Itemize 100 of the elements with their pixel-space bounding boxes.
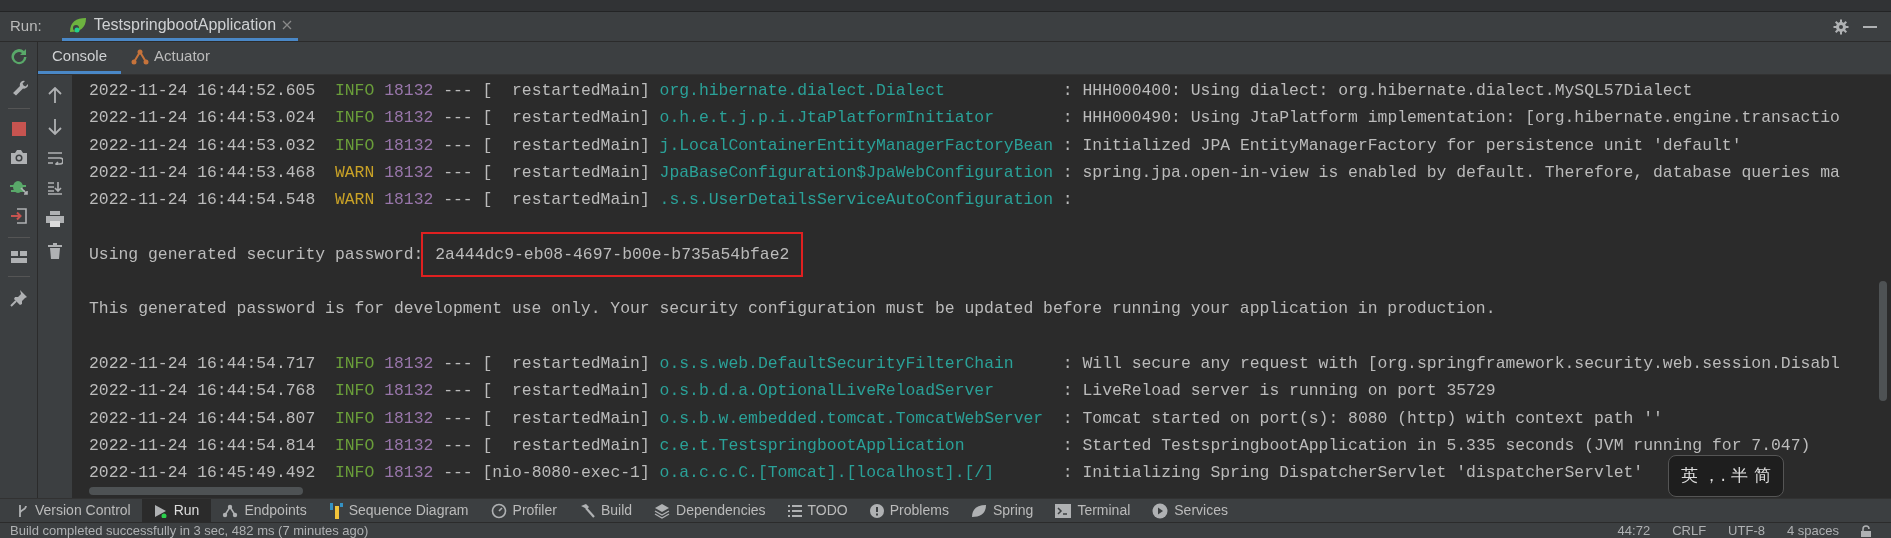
log-timestamp: 2022-11-24 16:44:52.605 xyxy=(89,81,316,100)
log-thread: [ restartedMain] xyxy=(482,108,650,128)
log-message: : Tomcat started on port(s): 8080 (http) with context path '' xyxy=(1062,408,1663,428)
log-logger: o.h.e.t.j.p.i.JtaPlatformInitiator xyxy=(659,107,995,130)
log-timestamp: 2022-11-24 16:44:54.768 xyxy=(89,381,316,401)
nodes-icon xyxy=(131,48,150,65)
camera-icon[interactable] xyxy=(9,149,28,165)
tool-window-button[interactable]: Sequence Diagram xyxy=(317,499,480,522)
log-pid: 18132 xyxy=(384,435,434,455)
log-thread: [ restartedMain] xyxy=(482,435,650,455)
list-icon xyxy=(787,504,802,517)
log-timestamp: 2022-11-24 16:44:54.807 xyxy=(89,408,316,428)
tool-window-button[interactable]: Version Control xyxy=(6,499,142,522)
down-arrow-icon[interactable] xyxy=(48,119,62,135)
log-logger: JpaBaseConfiguration$JpaWebConfiguration xyxy=(659,161,1055,184)
log-separator: --- xyxy=(443,381,473,401)
status-message: Build completed successfully in 3 sec, 482 ms (7 minutes ago) xyxy=(10,522,369,538)
log-message: : spring.jpa.open-in-view is enabled by default. Therefore, database queries ma xyxy=(1062,162,1840,182)
log-level: INFO xyxy=(334,353,375,373)
trash-icon[interactable] xyxy=(48,243,62,259)
terminal-icon xyxy=(1055,503,1072,518)
warning-icon xyxy=(869,503,884,518)
log-timestamp: 2022-11-24 16:45:49.492 xyxy=(89,463,316,483)
log-pid: 18132 xyxy=(384,190,434,210)
log-logger: org.hibernate.dialect.Dialect xyxy=(659,80,946,102)
log-logger: o.s.b.w.embedded.tomcat.TomcatWebServer xyxy=(659,407,1045,430)
log-message: : xyxy=(1062,190,1073,210)
tool-window-button[interactable]: Problems xyxy=(858,499,960,522)
close-icon[interactable] xyxy=(282,20,293,30)
log-message: : Initialized JPA EntityManagerFactory for persistence unit 'default' xyxy=(1062,135,1742,155)
log-thread: [ restartedMain] xyxy=(482,81,650,100)
rerun-icon[interactable] xyxy=(9,48,28,66)
log-logger: o.a.c.c.C.[Tomcat].[localhost].[/] xyxy=(659,462,995,485)
log-separator: --- xyxy=(443,190,473,210)
log-level: INFO xyxy=(334,135,375,155)
log-logger: c.e.t.TestspringbootApplication xyxy=(659,434,966,457)
line-separator[interactable]: CRLF xyxy=(1672,522,1707,538)
console-tab[interactable]: Actuator xyxy=(121,42,220,74)
branch-icon xyxy=(17,503,29,518)
tool-window-button[interactable]: Profiler xyxy=(479,499,568,522)
log-separator: --- xyxy=(443,81,473,100)
log-separator: --- xyxy=(443,162,473,182)
up-arrow-icon[interactable] xyxy=(48,87,62,103)
log-logger: o.s.s.web.DefaultSecurityFilterChain xyxy=(659,352,1015,375)
run-label: Run: xyxy=(10,16,42,37)
log-thread: [ restartedMain] xyxy=(482,135,650,155)
settings-icon[interactable] xyxy=(1833,18,1849,35)
log-thread: [ restartedMain] xyxy=(482,162,650,182)
log-pid: 18132 xyxy=(384,108,434,128)
scroll-to-end-icon[interactable] xyxy=(47,181,63,195)
diagram-icon xyxy=(328,502,343,519)
ime-indicator[interactable]: 英 ，. 半 简 xyxy=(1668,455,1784,497)
log-thread: [nio-8080-exec-1] xyxy=(482,463,650,483)
password-label: Using generated security password: xyxy=(89,244,424,264)
log-thread: [ restartedMain] xyxy=(482,381,650,401)
console-message: This generated password is for development use only. Your security configuration must be updated before running your application in production. xyxy=(89,299,1496,319)
log-thread: [ restartedMain] xyxy=(482,408,650,428)
log-level: WARN xyxy=(334,190,375,210)
tool-window-button[interactable]: Build xyxy=(567,499,644,522)
tool-window-button[interactable]: Endpoints xyxy=(211,499,318,522)
log-pid: 18132 xyxy=(384,381,434,401)
log-separator: --- xyxy=(443,108,473,128)
tool-window-button[interactable]: Dependencies xyxy=(643,499,777,522)
print-icon[interactable] xyxy=(46,211,64,227)
log-message: : HHH000400: Using dialect: org.hibernate.dialect.MySQL57Dialect xyxy=(1062,81,1693,100)
tool-window-button[interactable]: Services xyxy=(1141,499,1239,522)
indent-setting[interactable]: 4 spaces xyxy=(1786,522,1839,538)
login-icon[interactable] xyxy=(9,207,28,225)
soft-wrap-icon[interactable] xyxy=(47,151,63,165)
log-pid: 18132 xyxy=(384,135,434,155)
file-encoding[interactable]: UTF-8 xyxy=(1728,522,1765,538)
gauge-icon xyxy=(490,502,507,519)
log-message: : LiveReload server is running on port 35729 xyxy=(1062,381,1496,401)
caret-position[interactable]: 44:72 xyxy=(1617,522,1651,538)
log-thread: [ restartedMain] xyxy=(482,353,650,373)
log-timestamp: 2022-11-24 16:44:54.814 xyxy=(89,435,316,455)
leaf-icon xyxy=(970,503,987,518)
tool-window-button[interactable]: TODO xyxy=(776,499,859,522)
log-timestamp: 2022-11-24 16:44:54.717 xyxy=(89,353,316,373)
vertical-scrollbar[interactable] xyxy=(1879,281,1887,401)
log-thread: [ restartedMain] xyxy=(482,190,650,210)
log-timestamp: 2022-11-24 16:44:54.548 xyxy=(89,190,316,210)
tool-window-button[interactable]: Spring xyxy=(959,499,1045,522)
run-tab-label: TestspringbootApplication xyxy=(93,15,277,35)
pin-icon[interactable] xyxy=(9,289,28,307)
tool-window-button[interactable]: Run xyxy=(141,499,212,522)
layout-icon[interactable] xyxy=(9,250,28,264)
tool-window-button[interactable]: Terminal xyxy=(1044,499,1142,522)
lock-icon[interactable] xyxy=(1861,524,1871,537)
log-separator: --- xyxy=(443,435,473,455)
stop-icon[interactable] xyxy=(10,121,27,137)
log-timestamp: 2022-11-24 16:44:53.024 xyxy=(89,108,316,128)
log-logger: j.LocalContainerEntityManagerFactoryBean xyxy=(659,134,1055,157)
log-level: INFO xyxy=(334,408,375,428)
layers-icon xyxy=(654,502,671,519)
leaf-icon xyxy=(67,16,88,34)
horizontal-scrollbar[interactable] xyxy=(89,487,303,495)
log-timestamp: 2022-11-24 16:44:53.032 xyxy=(89,135,316,155)
nodes-icon xyxy=(222,503,239,518)
log-separator: --- xyxy=(443,408,473,428)
